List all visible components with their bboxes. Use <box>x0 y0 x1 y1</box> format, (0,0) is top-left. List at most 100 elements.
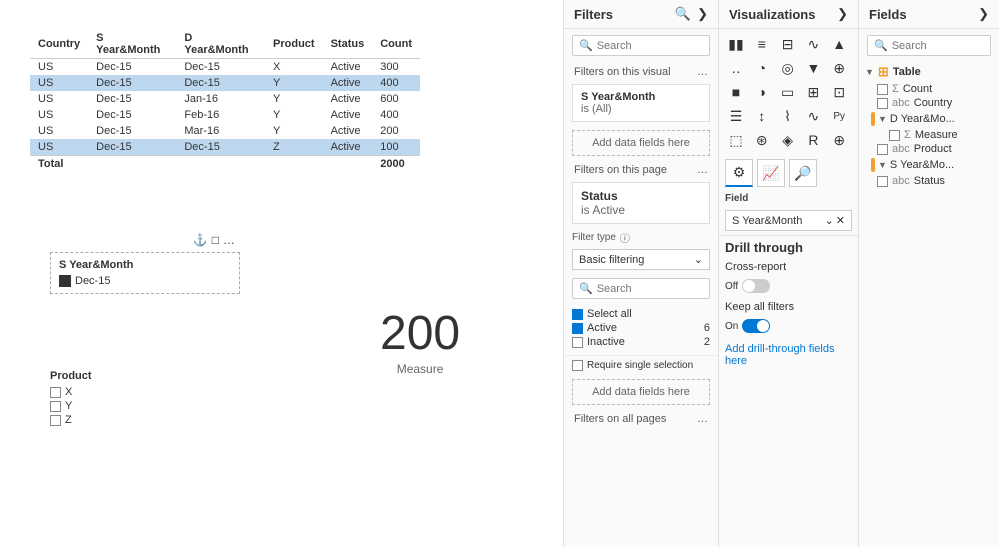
table-cell: Y <box>265 107 323 123</box>
fields-group-table[interactable]: ▼ ⊞ Table <box>859 62 999 82</box>
data-table-section: Country S Year&Month D Year&Month Produc… <box>30 30 420 172</box>
product-filter-item-x[interactable]: X <box>50 386 92 398</box>
map-icon[interactable]: ⊕ <box>828 57 850 79</box>
slicer-item[interactable]: Dec-15 <box>59 275 231 287</box>
filters-search-input[interactable] <box>597 40 719 52</box>
cross-report-toggle[interactable]: Off <box>725 279 852 293</box>
analytics-btn[interactable]: 📈 <box>757 159 785 187</box>
s-year-expand-icon[interactable]: ▼ <box>878 160 887 170</box>
stacked-bar-icon[interactable]: ≡ <box>751 33 773 55</box>
page-filter-more[interactable]: … <box>697 164 708 176</box>
product-filter-item-y[interactable]: Y <box>50 400 92 412</box>
visualizations-panel: Visualizations ❯ ▮▮ ≡ ⊟ ∿ ▲ ․․ ◔ ◎ ▼ ⊕ ■… <box>719 0 859 547</box>
data-table: Country S Year&Month D Year&Month Produc… <box>30 30 420 172</box>
filter-header-icon[interactable]: 🔍 <box>675 6 691 22</box>
keep-filters-toggle[interactable]: On <box>725 319 852 333</box>
slicer-icon[interactable]: ☰ <box>725 105 747 127</box>
checkbox-z[interactable] <box>50 415 61 426</box>
fields-search-input[interactable] <box>892 40 999 52</box>
add-visual-icon[interactable]: ⊕ <box>828 129 850 151</box>
select-all-checkbox[interactable] <box>572 309 583 320</box>
field-dropdown-chevron[interactable]: ⌄ <box>825 214 834 227</box>
format-btn[interactable]: ⚙ <box>725 159 753 187</box>
add-data-fields2[interactable]: Add data fields here <box>572 379 710 405</box>
custom-icon2[interactable]: ⊛ <box>751 129 773 151</box>
field-s-year-group[interactable]: ▼ S Year&Mo... <box>859 156 999 174</box>
line-chart-icon[interactable]: ∿ <box>802 33 824 55</box>
slicer-checkbox[interactable] <box>59 275 71 287</box>
table-cell: Active <box>323 107 373 123</box>
field-count[interactable]: Σ Count <box>859 82 999 96</box>
gauge-icon[interactable]: ◑ <box>751 81 773 103</box>
d-year-expand-icon[interactable]: ▼ <box>878 114 887 124</box>
custom-icon1[interactable]: ⬚ <box>725 129 747 151</box>
table-icon[interactable]: ⊞ <box>802 81 824 103</box>
cross-report-toggle-track[interactable] <box>742 279 770 293</box>
keep-filters-toggle-track[interactable] <box>742 319 770 333</box>
active-checkbox[interactable] <box>572 323 583 334</box>
inactive-checkbox[interactable] <box>572 337 583 348</box>
filter-option-active[interactable]: Active 6 <box>572 321 710 335</box>
require-single-row[interactable]: Require single selection <box>564 355 718 375</box>
filter-type-row: Filter type ⓘ <box>564 228 718 247</box>
checkbox-x[interactable] <box>50 387 61 398</box>
field-status[interactable]: abc Status <box>859 174 999 188</box>
explore-btn[interactable]: 🔎 <box>789 159 817 187</box>
filter-search-input2[interactable] <box>597 283 719 295</box>
field-country[interactable]: abc Country <box>859 96 999 110</box>
filters-search-box[interactable]: 🔍 <box>572 35 710 56</box>
pie-chart-icon[interactable]: ◔ <box>751 57 773 79</box>
table-cell: Y <box>265 91 323 107</box>
status-filter-card[interactable]: Status is Active <box>572 182 710 224</box>
card-icon[interactable]: ▭ <box>777 81 799 103</box>
treemap-icon[interactable]: ■ <box>725 81 747 103</box>
filter-icon[interactable]: ⚓ <box>193 233 208 247</box>
all-pages-more[interactable]: … <box>697 413 708 425</box>
slicer-visual[interactable]: ⚓ □ … S Year&Month Dec-15 <box>50 252 240 294</box>
filter-type-select[interactable]: Basic filtering ⌄ <box>572 249 710 270</box>
fields-expand-icon[interactable]: ❯ <box>978 6 989 22</box>
custom-icon4[interactable]: R <box>802 129 824 151</box>
more-icon[interactable]: … <box>223 233 235 247</box>
custom-icon3[interactable]: ◈ <box>777 129 799 151</box>
donut-chart-icon[interactable]: ◎ <box>777 57 799 79</box>
area-chart-icon[interactable]: ▲ <box>828 33 850 55</box>
focus-icon[interactable]: □ <box>212 233 219 247</box>
scatter-chart-icon[interactable]: ․․ <box>725 57 747 79</box>
product-filter-item-z[interactable]: Z <box>50 414 92 426</box>
python-icon[interactable]: Py <box>828 105 850 127</box>
collapse-icon[interactable]: ▼ <box>865 67 874 77</box>
clustered-bar-icon[interactable]: ⊟ <box>777 33 799 55</box>
field-status-cb[interactable] <box>877 176 888 187</box>
field-measure-cb[interactable] <box>889 130 900 141</box>
funnel-icon[interactable]: ▼ <box>802 57 824 79</box>
checkbox-y[interactable] <box>50 401 61 412</box>
table-cell: Dec-15 <box>88 107 176 123</box>
table-cell: 400 <box>372 107 420 123</box>
filter-expand-icon[interactable]: ❯ <box>697 6 708 22</box>
filter-search-box2[interactable]: 🔍 <box>572 278 710 299</box>
filter-option-inactive[interactable]: Inactive 2 <box>572 335 710 349</box>
field-product-cb[interactable] <box>877 144 888 155</box>
add-data-fields-visual[interactable]: Add data fields here <box>572 130 710 156</box>
field-dropdown[interactable]: S Year&Month ⌄ ✕ <box>725 210 852 231</box>
field-country-cb[interactable] <box>877 98 888 109</box>
info-icon[interactable]: ⓘ <box>620 230 630 245</box>
ribbon-icon[interactable]: ⌇ <box>777 105 799 127</box>
field-product[interactable]: abc Product <box>859 142 999 156</box>
add-drill-btn[interactable]: Add drill-through fields here <box>725 341 852 369</box>
more-dots[interactable]: … <box>697 66 708 78</box>
field-count-cb[interactable] <box>877 84 888 95</box>
viz-expand-icon[interactable]: ❯ <box>837 6 848 22</box>
field-d-year-group[interactable]: ▼ D Year&Mo... <box>859 110 999 128</box>
bar-chart-icon[interactable]: ▮▮ <box>725 33 747 55</box>
matrix-icon[interactable]: ⊡ <box>828 81 850 103</box>
require-single-checkbox[interactable] <box>572 360 583 371</box>
waterfall-icon[interactable]: ↕ <box>751 105 773 127</box>
field-clear-icon[interactable]: ✕ <box>836 214 845 227</box>
field-measure[interactable]: Σ Measure <box>859 128 999 142</box>
fields-search-box[interactable]: 🔍 <box>867 35 991 56</box>
combo-icon[interactable]: ∿ <box>802 105 824 127</box>
filter-option-select-all[interactable]: Select all <box>572 307 710 321</box>
visual-filter-card[interactable]: S Year&Month is (All) <box>572 84 710 122</box>
